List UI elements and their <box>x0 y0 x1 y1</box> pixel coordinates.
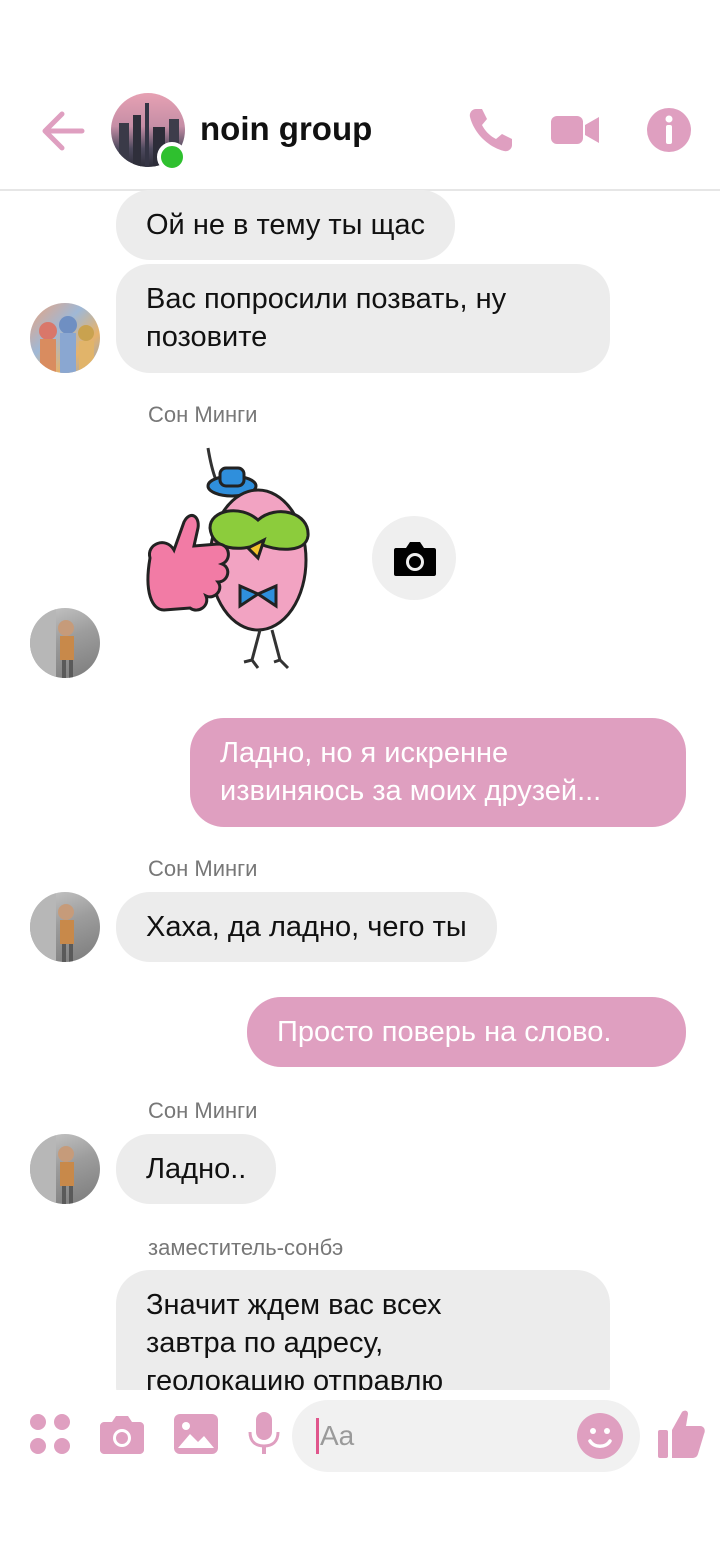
message-bubble[interactable]: Просто поверь на слово. <box>247 997 686 1067</box>
thumbs-up-icon[interactable] <box>656 1408 706 1460</box>
online-status-dot <box>157 142 187 172</box>
sender-name: Сон Минги <box>148 1098 258 1123</box>
message-bubble[interactable]: Вас попросили позвать, ну позовите <box>116 264 610 373</box>
message-text-line: Значит ждем вас всех <box>146 1289 442 1321</box>
avatar[interactable] <box>30 892 100 962</box>
camera-icon <box>394 542 436 576</box>
message-text: Просто поверь на слово. <box>277 1016 612 1048</box>
message-list[interactable]: Ой не в тему ты щас Вас попросили позват… <box>0 190 720 1390</box>
camera-icon[interactable] <box>98 1410 146 1458</box>
message-text-line: завтра по адресу, <box>146 1327 384 1359</box>
camera-reply-button[interactable] <box>372 516 456 600</box>
avatar[interactable] <box>30 303 100 373</box>
sender-name: Сон Минги <box>148 856 258 881</box>
info-icon[interactable] <box>644 105 694 155</box>
chat-title[interactable]: noin group <box>200 110 372 148</box>
chat-screen: noin group Ой не в тему ты щас Вас попро… <box>0 0 720 1560</box>
message-bubble[interactable]: Хаха, да ладно, чего ты <box>116 892 497 962</box>
message-text-line: Вас попросили позвать, ну <box>146 283 507 315</box>
pink-bird-thumbs-up-sticker[interactable] <box>140 440 320 680</box>
message-text-line: геолокацию отправлю <box>146 1365 444 1390</box>
message-text: Ой не в тему ты щас <box>146 209 426 241</box>
composer-bar: Aa <box>0 1390 720 1560</box>
apps-icon[interactable] <box>26 1410 74 1458</box>
video-camera-icon[interactable] <box>550 105 600 155</box>
message-input-placeholder: Aa <box>320 1420 355 1451</box>
phone-icon[interactable] <box>466 105 516 155</box>
message-input[interactable]: Aa <box>292 1400 640 1472</box>
message-text-line: Ладно, но я искренне <box>220 737 509 769</box>
sender-name: заместитель-сонбэ <box>148 1235 344 1260</box>
message-bubble[interactable]: Ладно.. <box>116 1134 277 1204</box>
message-bubble[interactable]: Ладно, но я искренне извиняюсь за моих д… <box>190 718 686 827</box>
message-bubble[interactable]: Значит ждем вас всех завтра по адресу, г… <box>116 1270 610 1390</box>
message-text: Ладно.. <box>146 1153 247 1185</box>
avatar[interactable] <box>30 608 100 678</box>
image-icon[interactable] <box>172 1410 220 1458</box>
text-caret <box>316 1418 319 1454</box>
message-bubble[interactable]: Ой не в тему ты щас <box>116 190 456 260</box>
message-text-line: извиняюсь за моих друзей... <box>220 775 602 807</box>
microphone-icon[interactable] <box>240 1410 288 1458</box>
sender-name: Сон Минги <box>148 402 258 427</box>
message-text-line: позовите <box>146 321 268 353</box>
arrow-left-icon[interactable] <box>40 108 86 154</box>
message-text: Хаха, да ладно, чего ты <box>146 911 467 943</box>
emoji-icon[interactable] <box>576 1412 624 1460</box>
chat-header: noin group <box>0 0 720 191</box>
avatar[interactable] <box>30 1134 100 1204</box>
